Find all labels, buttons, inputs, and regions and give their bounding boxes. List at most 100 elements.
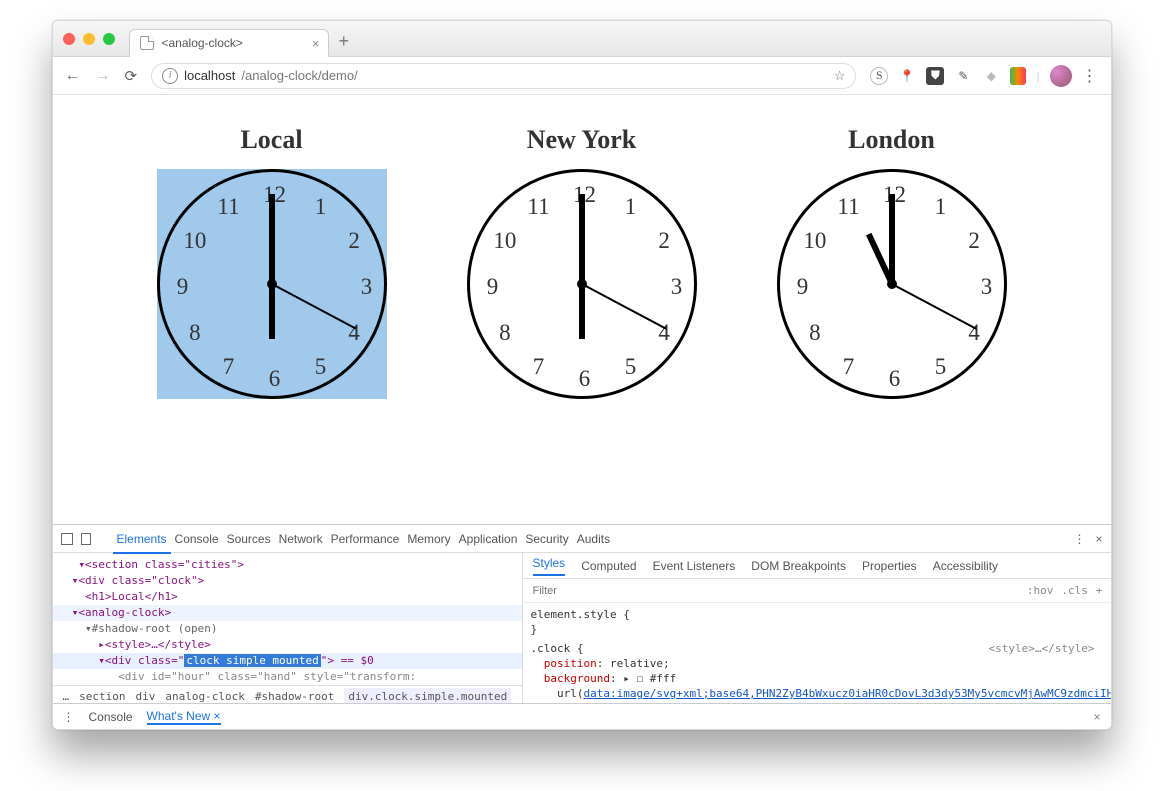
styles-tab-dom-breakpoints[interactable]: DOM Breakpoints — [751, 559, 846, 573]
devtools-tab-performance[interactable]: Performance — [327, 526, 404, 552]
breadcrumb-item[interactable]: section — [79, 689, 125, 704]
breadcrumb-item[interactable]: analog-clock — [165, 689, 244, 704]
close-tab-button[interactable]: × — [312, 36, 320, 51]
hour-hand — [579, 284, 585, 339]
browser-menu-button[interactable]: ⋮ — [1082, 66, 1099, 86]
devtools-tab-application[interactable]: Application — [455, 526, 522, 552]
breadcrumb-item[interactable]: … — [63, 689, 70, 704]
clock-numeral: 11 — [215, 193, 243, 221]
clock-numeral: 6 — [571, 365, 599, 393]
devtools-tab-network[interactable]: Network — [275, 526, 327, 552]
ext-icon-s[interactable]: S — [870, 67, 888, 85]
clock-numeral: 11 — [525, 193, 553, 221]
styles-tabs: Styles Computed Event Listeners DOM Breakpo… — [523, 553, 1111, 579]
styles-tab-event-listeners[interactable]: Event Listeners — [653, 559, 736, 573]
styles-tab-properties[interactable]: Properties — [862, 559, 917, 573]
devtools-tab-elements[interactable]: Elements — [113, 526, 171, 554]
clock-center — [267, 279, 277, 289]
close-whatsnew-icon[interactable]: × — [214, 709, 221, 723]
ext-icon-pin[interactable]: 📍 — [898, 67, 916, 85]
device-mode-icon[interactable] — [81, 533, 91, 545]
bookmark-star-icon[interactable]: ☆ — [834, 68, 846, 84]
styles-tab-styles[interactable]: Styles — [533, 556, 566, 576]
devtools-tab-security[interactable]: Security — [521, 526, 572, 552]
new-tab-button[interactable]: + — [339, 31, 350, 52]
city-clock: Local121234567891011 — [157, 125, 387, 399]
elements-tree[interactable]: ▾<section class="cities"> ▾<div class="c… — [53, 553, 523, 703]
city-label: New York — [467, 125, 697, 155]
dom-row: ▾#shadow-root (open) — [53, 621, 522, 637]
clock-numeral: 7 — [525, 353, 553, 381]
devtools-more-button[interactable]: ⋮ — [1073, 532, 1085, 546]
styles-tab-accessibility[interactable]: Accessibility — [933, 559, 998, 573]
clock-wrap: 121234567891011 — [157, 169, 387, 399]
styles-tab-computed[interactable]: Computed — [581, 559, 636, 573]
breadcrumb-item[interactable]: div — [135, 689, 155, 704]
clock-numeral: 9 — [789, 273, 817, 301]
devtools-panel: ElementsConsoleSourcesNetworkPerformance… — [53, 524, 1111, 729]
data-url-link[interactable]: data:image/svg+xml;base64,PHN2ZyB4bWxucz… — [584, 687, 1111, 700]
breadcrumb-item[interactable]: div.clock.simple.mounted — [344, 688, 511, 704]
dom-row-analog-clock[interactable]: ▾<analog-clock> — [53, 605, 522, 621]
city-label: Local — [157, 125, 387, 155]
cls-toggle[interactable]: .cls — [1061, 584, 1088, 597]
dom-row-selected[interactable]: ▾<div class="clock simple mounted"> == $… — [53, 653, 522, 669]
minute-hand — [579, 194, 585, 284]
city-label: London — [777, 125, 1007, 155]
clock-numeral: 9 — [479, 273, 507, 301]
clock-numeral: 7 — [215, 353, 243, 381]
devtools-tab-console[interactable]: Console — [171, 526, 223, 552]
clock-numeral: 10 — [181, 227, 209, 255]
styles-body[interactable]: element.style { } .clock {<style>…</styl… — [523, 603, 1111, 703]
profile-avatar[interactable] — [1050, 65, 1072, 87]
drawer-more-button[interactable]: ⋮ — [63, 710, 75, 724]
page-content: Local 121234567891011New York 121234567891… — [53, 95, 1111, 524]
devtools-tab-memory[interactable]: Memory — [403, 526, 454, 552]
window-controls — [63, 33, 115, 45]
ext-icon-color[interactable] — [1010, 67, 1026, 85]
url-bar[interactable]: i localhost/analog-clock/demo/ ☆ — [151, 63, 856, 89]
clock-numeral: 2 — [650, 227, 678, 255]
nav-forward-button[interactable]: → — [95, 67, 111, 85]
reload-button[interactable]: ⟳ — [125, 67, 138, 85]
city-clock: New York 121234567891011 — [467, 125, 697, 399]
hour-hand — [269, 284, 275, 339]
devtools-close-button[interactable]: × — [1095, 532, 1102, 546]
browser-window: <analog-clock> × + ← → ⟳ i localhost/ana… — [52, 20, 1112, 730]
drawer-close-button[interactable]: × — [1093, 710, 1100, 724]
clock-numeral: 8 — [801, 319, 829, 347]
site-info-icon[interactable]: i — [162, 68, 178, 84]
ext-icon-picker[interactable]: ✎ — [954, 67, 972, 85]
extension-icons: S 📍 ⛊ ✎ ◆ | ⋮ — [870, 65, 1098, 87]
clock-numeral: 12 — [881, 181, 909, 209]
browser-tab[interactable]: <analog-clock> × — [129, 29, 329, 57]
devtools-tab-sources[interactable]: Sources — [223, 526, 275, 552]
city-clock: London121234567891011 — [777, 125, 1007, 399]
dom-row: ▾<section class="cities"> — [53, 557, 522, 573]
elements-breadcrumb[interactable]: … section div analog-clock #shadow-root div.c… — [53, 685, 522, 703]
clock-numeral: 1 — [307, 193, 335, 221]
clock-wrap: 121234567891011 — [467, 169, 697, 399]
devtools-tab-audits[interactable]: Audits — [573, 526, 614, 552]
titlebar: <analog-clock> × + — [53, 21, 1111, 57]
drawer-tab-console[interactable]: Console — [89, 710, 133, 724]
breadcrumb-item[interactable]: #shadow-root — [255, 689, 334, 704]
minute-hand — [889, 194, 895, 284]
clock-numeral: 2 — [340, 227, 368, 255]
nav-back-button[interactable]: ← — [65, 67, 81, 85]
clock-numeral: 3 — [353, 273, 381, 301]
inspect-element-icon[interactable] — [61, 533, 73, 545]
dom-row: <h1>Local</h1> — [53, 589, 522, 605]
close-window-button[interactable] — [63, 33, 75, 45]
styles-filter-input[interactable] — [531, 584, 1019, 598]
second-hand — [271, 283, 356, 329]
maximize-window-button[interactable] — [103, 33, 115, 45]
ext-icon-drive[interactable]: ◆ — [982, 67, 1000, 85]
ext-icon-shield[interactable]: ⛊ — [926, 67, 944, 85]
clock-center — [887, 279, 897, 289]
hov-toggle[interactable]: :hov — [1027, 584, 1054, 597]
minimize-window-button[interactable] — [83, 33, 95, 45]
drawer-tab-whatsnew[interactable]: What's New × — [147, 709, 221, 725]
clock-numeral: 7 — [835, 353, 863, 381]
add-rule-button[interactable]: + — [1096, 584, 1103, 597]
